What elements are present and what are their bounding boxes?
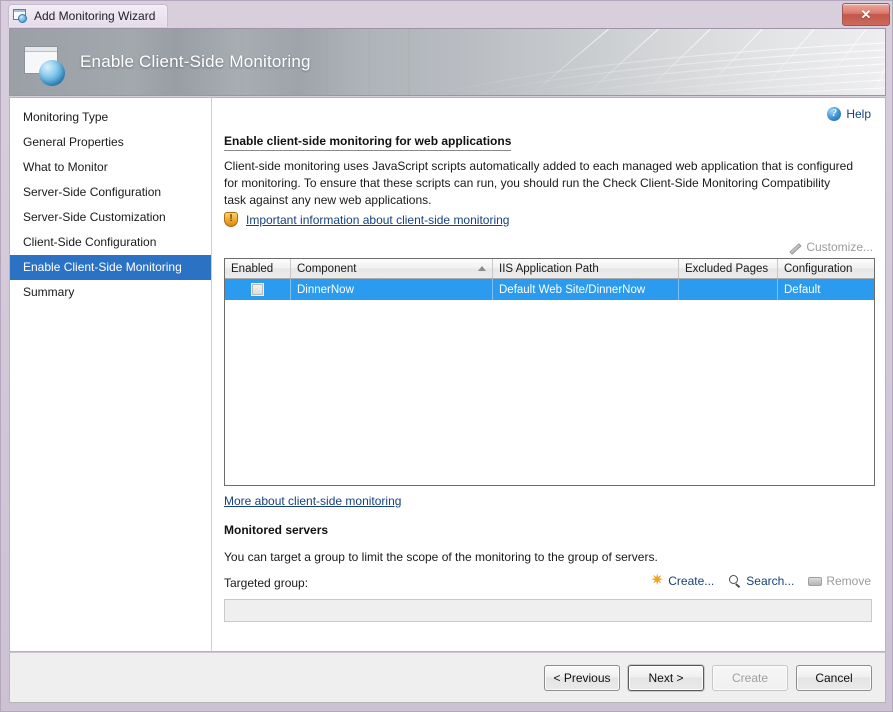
- grid-column-label: Enabled: [231, 263, 273, 275]
- close-button[interactable]: ✕: [842, 3, 890, 26]
- create-group-label: Create...: [668, 574, 714, 588]
- grid-cell-component: DinnerNow: [291, 279, 493, 300]
- grid-column-header-excluded-pages[interactable]: Excluded Pages: [679, 259, 778, 278]
- help-label: Help: [846, 107, 871, 121]
- grid-cell-enabled: [225, 279, 291, 300]
- row-enabled-checkbox[interactable]: [251, 283, 264, 296]
- sidebar-item-server-side-configuration[interactable]: Server-Side Configuration: [10, 180, 211, 205]
- wizard-step-list: Monitoring Type General Properties What …: [10, 98, 212, 651]
- components-grid[interactable]: Enabled Component IIS Application Path E…: [224, 258, 875, 486]
- group-action-bar: ✷ Create... Search... Remove: [650, 574, 871, 588]
- sidebar-item-summary[interactable]: Summary: [10, 280, 211, 305]
- wizard-footer: < Previous Next > Create Cancel: [9, 653, 886, 703]
- window-globe-icon: [13, 9, 28, 23]
- grid-cell-excluded-pages: [679, 279, 778, 300]
- footer-button-group: < Previous Next > Create Cancel: [544, 665, 872, 691]
- wizard-banner: Enable Client-Side Monitoring: [9, 28, 886, 96]
- important-information-row: ! Important information about client-sid…: [224, 212, 509, 227]
- sidebar-item-label: What to Monitor: [23, 160, 108, 174]
- remove-group-label: Remove: [826, 574, 871, 588]
- help-link[interactable]: ? Help: [827, 107, 871, 121]
- customize-label: Customize...: [806, 240, 873, 254]
- remove-bar-icon: [808, 577, 822, 586]
- magnifier-icon: [728, 574, 742, 588]
- sidebar-item-label: Summary: [23, 285, 74, 299]
- grid-column-label: Configuration: [784, 263, 852, 275]
- create-group-button[interactable]: ✷ Create...: [650, 574, 714, 588]
- targeted-group-label: Targeted group:: [224, 576, 308, 590]
- grid-column-label: Excluded Pages: [685, 263, 768, 275]
- create-button: Create: [712, 665, 788, 691]
- previous-button-label: < Previous: [553, 671, 610, 685]
- banner-title: Enable Client-Side Monitoring: [80, 29, 311, 95]
- pencil-icon: [788, 241, 801, 254]
- grid-header-row: Enabled Component IIS Application Path E…: [225, 259, 874, 279]
- search-group-label: Search...: [746, 574, 794, 588]
- sidebar-item-label: General Properties: [23, 135, 124, 149]
- sidebar-item-what-to-monitor[interactable]: What to Monitor: [10, 155, 211, 180]
- grid-column-header-iis-application-path[interactable]: IIS Application Path: [493, 259, 679, 278]
- cancel-button[interactable]: Cancel: [796, 665, 872, 691]
- search-group-button[interactable]: Search...: [728, 574, 794, 588]
- monitored-servers-description: You can target a group to limit the scop…: [224, 550, 658, 564]
- sidebar-item-label: Enable Client-Side Monitoring: [23, 260, 182, 274]
- grid-cell-text: Default: [784, 284, 820, 296]
- page-title: Enable client-side monitoring for web ap…: [224, 134, 511, 151]
- page-globe-icon: [24, 46, 68, 86]
- table-row[interactable]: DinnerNow Default Web Site/DinnerNow Def…: [225, 279, 874, 300]
- wizard-content-pane: ? Help Enable client-side monitoring for…: [212, 98, 885, 651]
- window-title: Add Monitoring Wizard: [34, 9, 155, 23]
- help-icon: ?: [827, 107, 841, 121]
- targeted-group-field[interactable]: [224, 599, 872, 622]
- previous-button[interactable]: < Previous: [544, 665, 620, 691]
- close-icon: ✕: [861, 8, 872, 21]
- grid-column-label: IIS Application Path: [499, 263, 599, 275]
- title-tab: Add Monitoring Wizard: [8, 4, 168, 27]
- sidebar-item-label: Client-Side Configuration: [23, 235, 156, 249]
- grid-cell-text: Default Web Site/DinnerNow: [499, 284, 645, 296]
- page-description: Client-side monitoring uses JavaScript s…: [224, 158, 854, 209]
- title-bar: Add Monitoring Wizard ✕: [1, 1, 893, 29]
- star-burst-icon: ✷: [650, 574, 664, 588]
- create-button-label: Create: [732, 671, 768, 685]
- wizard-window: Add Monitoring Wizard ✕: [0, 0, 893, 712]
- grid-column-label: Component: [297, 263, 356, 275]
- sidebar-item-client-side-configuration[interactable]: Client-Side Configuration: [10, 230, 211, 255]
- grid-column-header-configuration[interactable]: Configuration: [778, 259, 874, 278]
- sidebar-item-monitoring-type[interactable]: Monitoring Type: [10, 105, 211, 130]
- cancel-button-label: Cancel: [815, 671, 852, 685]
- important-information-link[interactable]: Important information about client-side …: [246, 213, 509, 227]
- warning-shield-icon: !: [224, 212, 238, 227]
- monitored-servers-heading: Monitored servers: [224, 523, 328, 537]
- grid-column-header-component[interactable]: Component: [291, 259, 493, 278]
- grid-cell-text: DinnerNow: [297, 284, 354, 296]
- sidebar-item-server-side-customization[interactable]: Server-Side Customization: [10, 205, 211, 230]
- remove-group-button: Remove: [808, 574, 871, 588]
- more-about-link[interactable]: More about client-side monitoring: [224, 494, 401, 508]
- next-button[interactable]: Next >: [628, 665, 704, 691]
- grid-cell-configuration: Default: [778, 279, 874, 300]
- sidebar-item-label: Server-Side Configuration: [23, 185, 161, 199]
- wizard-body: Monitoring Type General Properties What …: [9, 97, 886, 652]
- grid-column-header-enabled[interactable]: Enabled: [225, 259, 291, 278]
- grid-cell-iis-application-path: Default Web Site/DinnerNow: [493, 279, 679, 300]
- sort-ascending-icon: [478, 266, 486, 271]
- next-button-label: Next >: [648, 671, 683, 685]
- sidebar-item-general-properties[interactable]: General Properties: [10, 130, 211, 155]
- sidebar-item-enable-client-side-monitoring[interactable]: Enable Client-Side Monitoring: [10, 255, 211, 280]
- customize-button: Customize...: [788, 240, 873, 254]
- sidebar-item-label: Monitoring Type: [23, 110, 108, 124]
- sidebar-item-label: Server-Side Customization: [23, 210, 166, 224]
